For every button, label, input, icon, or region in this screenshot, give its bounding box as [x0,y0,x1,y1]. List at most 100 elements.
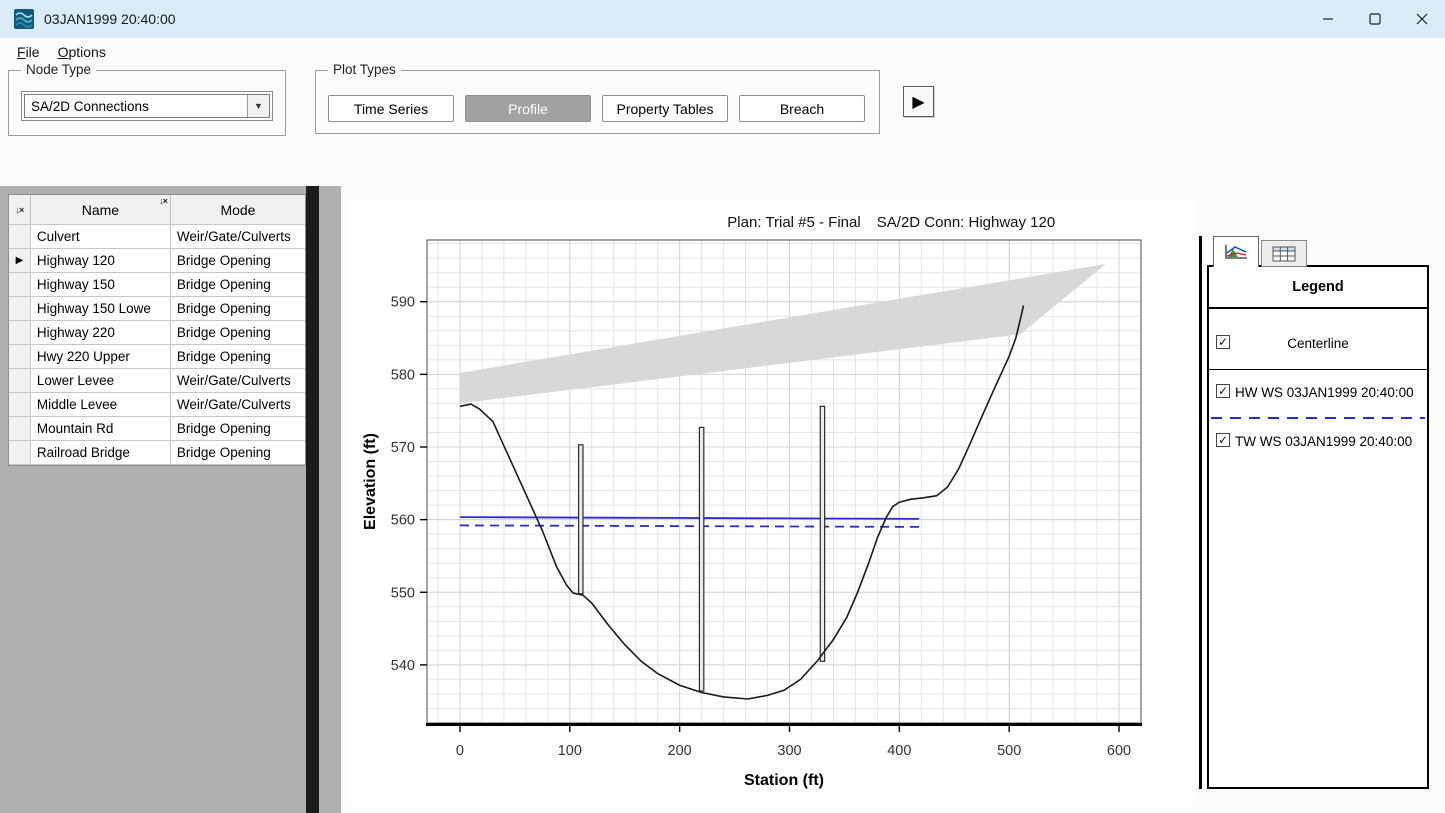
legend-checkbox[interactable]: ✓ [1216,335,1230,349]
y-tick-label: 590 [391,295,415,311]
node-type-selected-value: SA/2D Connections [25,99,247,114]
name-cell[interactable]: Culvert [31,225,171,249]
row-selector-cell[interactable] [9,369,31,393]
pin-filter-icon[interactable]: ↓× [16,205,24,215]
plot-type-property-tables[interactable]: Property Tables [602,95,728,122]
plot-type-breach[interactable]: Breach [739,95,865,122]
profile-chart: 0100200300400500600540550560570580590Sta… [349,200,1196,801]
plot-type-profile[interactable]: Profile [465,95,591,122]
mode-cell[interactable]: Weir/Gate/Culverts [171,225,305,249]
name-cell[interactable]: Highway 220 [31,321,171,345]
legend-label: Centerline [1209,336,1427,351]
table-row[interactable]: Highway 150 LoweBridge Opening [9,297,305,321]
x-axis-line [426,723,1142,726]
x-tick-label: 100 [558,743,582,759]
mode-cell[interactable]: Weir/Gate/Culverts [171,369,305,393]
x-tick-label: 600 [1107,743,1131,759]
table-row[interactable]: CulvertWeir/Gate/Culverts [9,225,305,249]
row-selector-cell[interactable] [9,225,31,249]
table-corner-cell[interactable]: ↓× [9,195,31,225]
row-selector-cell[interactable] [9,393,31,417]
y-tick-label: 540 [391,658,415,674]
legend-title: Legend [1209,279,1427,295]
mode-cell[interactable]: Bridge Opening [171,297,305,321]
title-bar: 03JAN1999 20:40:00 [0,0,1445,38]
mode-cell[interactable]: Bridge Opening [171,321,305,345]
bridge-pier [579,445,583,594]
play-button[interactable]: ▶ [903,86,934,117]
mode-cell[interactable]: Bridge Opening [171,441,305,465]
legend-line-sample [1209,369,1427,370]
table-row[interactable]: Hwy 220 UpperBridge Opening [9,345,305,369]
close-button[interactable] [1398,0,1445,38]
x-tick-label: 0 [456,743,464,759]
mode-cell[interactable]: Bridge Opening [171,273,305,297]
table-row[interactable]: Middle LeveeWeir/Gate/Culverts [9,393,305,417]
name-cell[interactable]: Mountain Rd [31,417,171,441]
legend-label: TW WS 03JAN1999 20:40:00 [1235,434,1412,449]
tab-chart-view[interactable] [1213,236,1259,267]
bridge-pier [699,427,703,691]
name-cell[interactable]: Highway 120 [31,249,171,273]
column-header-name[interactable]: Name ↓× [31,195,171,225]
column-header-mode[interactable]: Mode [171,195,305,225]
window-title: 03JAN1999 20:40:00 [44,11,176,27]
name-cell[interactable]: Highway 150 [31,273,171,297]
name-cell[interactable]: Middle Levee [31,393,171,417]
legend-entry: ✓ TW WS 03JAN1999 20:40:00 [1209,431,1427,451]
row-selector-cell[interactable] [9,297,31,321]
x-tick-label: 400 [887,743,911,759]
x-tick-label: 500 [997,743,1021,759]
x-tick-label: 200 [668,743,692,759]
row-selector-cell[interactable] [9,273,31,297]
mode-cell[interactable]: Bridge Opening [171,249,305,273]
legend-checkbox[interactable]: ✓ [1216,384,1230,398]
tab-table-view[interactable] [1261,240,1307,267]
name-cell[interactable]: Lower Levee [31,369,171,393]
table-row[interactable]: Highway 220Bridge Opening [9,321,305,345]
dropdown-arrow-icon[interactable]: ▼ [247,95,269,117]
mode-cell[interactable]: Bridge Opening [171,417,305,441]
name-cell[interactable]: Highway 150 Lowe [31,297,171,321]
column-header-name-label: Name [82,202,119,218]
row-selector-cell[interactable] [9,417,31,441]
play-icon: ▶ [912,92,924,112]
x-axis-label: Station (ft) [744,772,824,789]
maximize-button[interactable] [1351,0,1398,38]
chart-title-plan: Plan: Trial #5 - Final [727,214,860,231]
app-window: 03JAN1999 20:40:00 FileOptions Node Type… [0,0,1445,813]
mode-cell[interactable]: Weir/Gate/Culverts [171,393,305,417]
table-row[interactable]: Highway 150Bridge Opening [9,273,305,297]
mode-cell[interactable]: Bridge Opening [171,345,305,369]
column-header-mode-label: Mode [220,202,255,218]
minimize-button[interactable] [1304,0,1351,38]
row-selector-cell[interactable]: ▶ [9,249,31,273]
legend-entries: ✓Centerline✓HW WS 03JAN1999 20:40:00✓TW … [1209,333,1427,451]
row-selector-cell[interactable] [9,345,31,369]
menu-file[interactable]: File [10,41,47,63]
plot-type-time-series[interactable]: Time Series [328,95,454,122]
name-cell[interactable]: Railroad Bridge [31,441,171,465]
y-tick-label: 580 [391,367,415,383]
chart-title-conn: SA/2D Conn: Highway 120 [877,214,1055,231]
maximize-icon [1369,13,1381,25]
row-selector-cell[interactable] [9,441,31,465]
name-cell[interactable]: Hwy 220 Upper [31,345,171,369]
table-row[interactable]: Lower LeveeWeir/Gate/Culverts [9,369,305,393]
menu-options[interactable]: Options [51,41,113,63]
window-controls [1304,0,1445,38]
table-row[interactable]: ▶Highway 120Bridge Opening [9,249,305,273]
row-selector-cell[interactable] [9,321,31,345]
x-tick-label: 300 [777,743,801,759]
legend-tabs [1213,236,1307,267]
y-tick-label: 560 [391,513,415,529]
app-icon [14,9,34,29]
table-row[interactable]: Mountain RdBridge Opening [9,417,305,441]
table-row[interactable]: Railroad BridgeBridge Opening [9,441,305,465]
legend-checkbox[interactable]: ✓ [1216,433,1230,447]
node-type-dropdown[interactable]: SA/2D Connections ▼ [21,91,273,121]
y-tick-label: 550 [391,585,415,601]
pin-filter-icon[interactable]: ↓× [159,196,167,206]
node-table: ↓× Name ↓× Mode CulvertWeir/Gate/Culvert… [8,194,306,466]
node-type-group-label: Node Type [21,62,96,77]
